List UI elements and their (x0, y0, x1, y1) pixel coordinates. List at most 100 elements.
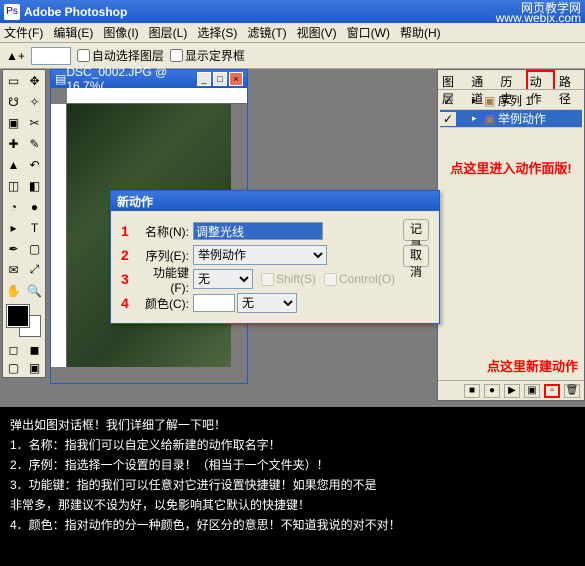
photoshop-window: Ps Adobe Photoshop 网页教学网 www.webjx.com 文… (0, 0, 585, 407)
name-row: 1 名称(N): (121, 219, 395, 243)
color-label: 颜色(C): (137, 295, 189, 312)
eyedrop-tool-icon[interactable]: ⤢ (24, 259, 45, 280)
color-swatches[interactable] (3, 301, 45, 341)
path-tool-icon[interactable]: ▸ (3, 217, 24, 238)
play-icon[interactable]: ▶ (504, 384, 520, 398)
menu-filter[interactable]: 滤镜(T) (247, 24, 286, 41)
anno-2: 2 (121, 247, 137, 263)
titlebar: Ps Adobe Photoshop 网页教学网 www.webjx.com (0, 0, 585, 23)
screen-mode-row: ▢ ▣ (3, 359, 45, 377)
shape-tool-icon[interactable]: ▢ (24, 238, 45, 259)
notes-tool-icon[interactable]: ✉ (3, 259, 24, 280)
menu-help[interactable]: 帮助(H) (400, 24, 441, 41)
fold-icon[interactable]: ▸ (472, 113, 484, 124)
name-input[interactable] (193, 222, 323, 240)
new-folder-icon[interactable]: ▣ (524, 384, 540, 398)
crop-tool-icon[interactable]: ▣ (3, 112, 24, 133)
fold-icon[interactable]: ▸ (472, 95, 484, 106)
tab-layers[interactable]: 图层 (438, 70, 467, 89)
new-action-icon[interactable]: ▫ (544, 384, 560, 398)
menu-file[interactable]: 文件(F) (4, 24, 43, 41)
screen-full-icon[interactable]: ▣ (24, 359, 45, 377)
quickmask-icon[interactable]: ◼ (24, 341, 45, 359)
type-tool-icon[interactable]: T (24, 217, 45, 238)
anno-3: 3 (121, 271, 137, 287)
wand-tool-icon[interactable]: ✧ (24, 91, 45, 112)
record-icon[interactable]: ● (484, 384, 500, 398)
panel-bottom-buttons: ■ ● ▶ ▣ ▫ 🗑 (438, 380, 584, 400)
watermark: 网页教学网 www.webjx.com (496, 3, 581, 23)
annotation-hint-2: 点这里新建动作 (487, 356, 578, 375)
hand-tool-icon[interactable]: ✋ (3, 280, 24, 301)
stop-icon[interactable]: ■ (464, 384, 480, 398)
caption-text: 弹出如图对话框！我们详细了解一下吧！ 1．名称：指我们可以自定义给新建的动作取名… (0, 407, 585, 566)
pen-tool-icon[interactable]: ✒ (3, 238, 24, 259)
toolbox: ▭ ✥ ☋ ✧ ▣ ✂ ✚ ✎ ▲ ↶ ◫ ◧ ◔ ● ▸ T ✒ ▢ ✉ ⤢ … (2, 69, 46, 378)
stamp-tool-icon[interactable]: ▲ (3, 154, 24, 175)
folder-icon: ▣ (484, 94, 498, 108)
trash-icon[interactable]: 🗑 (564, 384, 580, 398)
screen-std-icon[interactable]: ▢ (3, 359, 24, 377)
color-select[interactable]: 无 (237, 293, 297, 313)
tab-actions[interactable]: 动作 (526, 70, 555, 89)
func-select[interactable]: 无 (193, 269, 253, 289)
dialog-title[interactable]: 新动作 (111, 191, 439, 211)
cancel-button[interactable]: 取消 (403, 245, 429, 267)
record-button[interactable]: 记录 (403, 219, 429, 241)
auto-select-checkbox[interactable]: 自动选择图层 (77, 47, 164, 64)
quickmask-row: ◻ ◼ (3, 341, 45, 359)
menu-window[interactable]: 窗口(W) (347, 24, 390, 41)
doc-icon: ▤ (55, 72, 66, 86)
maximize-icon[interactable]: □ (213, 72, 227, 86)
anno-4: 4 (121, 295, 137, 311)
zoom-tool-icon[interactable]: 🔍 (24, 280, 45, 301)
move-tool-icon[interactable]: ▲+ (6, 49, 25, 63)
check-icon[interactable]: ✓ (440, 94, 456, 108)
tool-preset-select[interactable] (31, 47, 71, 65)
history-brush-icon[interactable]: ↶ (24, 154, 45, 175)
shift-checkbox[interactable]: Shift(S) (261, 272, 316, 286)
std-mode-icon[interactable]: ◻ (3, 341, 24, 359)
app-logo-icon: Ps (4, 4, 20, 20)
series-label: 序列(E): (137, 247, 189, 264)
doc-titlebar[interactable]: ▤ DSC_0002.JPG @ 16.7%(... _ □ × (51, 70, 247, 88)
brush-tool-icon[interactable]: ✎ (24, 133, 45, 154)
ruler-vertical (51, 104, 67, 367)
new-action-dialog: 新动作 1 名称(N): 2 序列(E): 举例动作 3 功能键(F): 无 S… (110, 190, 440, 324)
menu-image[interactable]: 图像(I) (103, 24, 138, 41)
action-set-row[interactable]: ✓ ▸ ▣ 序列 1 (440, 92, 582, 110)
check-icon[interactable]: ✓ (440, 112, 456, 126)
tab-history[interactable]: 历史 (496, 70, 525, 89)
lasso-tool-icon[interactable]: ☋ (3, 91, 24, 112)
actions-panel: 图层 通道 历史 动作 路径 ✓ ▸ ▣ 序列 1 ✓ ▸ ▣ 举例动作 点这里… (437, 69, 585, 401)
gradient-tool-icon[interactable]: ◧ (24, 175, 45, 196)
menu-layer[interactable]: 图层(L) (149, 24, 188, 41)
menu-edit[interactable]: 编辑(E) (53, 24, 93, 41)
ctrl-checkbox[interactable]: Control(O) (324, 272, 395, 286)
minimize-icon[interactable]: _ (197, 72, 211, 86)
close-icon[interactable]: × (229, 72, 243, 86)
blur-tool-icon[interactable]: ◔ (3, 196, 24, 217)
color-row: 4 颜色(C): 无 (121, 291, 395, 315)
show-bbox-checkbox[interactable]: 显示定界框 (170, 47, 245, 64)
name-label: 名称(N): (137, 223, 189, 240)
action-set-row[interactable]: ✓ ▸ ▣ 举例动作 (440, 110, 582, 128)
action-name: 序列 1 (498, 92, 532, 109)
dodge-tool-icon[interactable]: ● (24, 196, 45, 217)
color-swatch (193, 294, 235, 312)
doc-title: DSC_0002.JPG @ 16.7%(... (66, 65, 195, 93)
series-select[interactable]: 举例动作 (193, 245, 327, 265)
menu-view[interactable]: 视图(V) (297, 24, 337, 41)
heal-tool-icon[interactable]: ✚ (3, 133, 24, 154)
tab-channels[interactable]: 通道 (467, 70, 496, 89)
fg-color[interactable] (7, 305, 29, 327)
eraser-tool-icon[interactable]: ◫ (3, 175, 24, 196)
panel-tabs: 图层 通道 历史 动作 路径 (438, 70, 584, 90)
menu-select[interactable]: 选择(S) (197, 24, 237, 41)
action-name: 举例动作 (498, 110, 546, 127)
slice-tool-icon[interactable]: ✂ (24, 112, 45, 133)
move-tool-icon[interactable]: ✥ (24, 70, 45, 91)
anno-1: 1 (121, 223, 137, 239)
marquee-tool-icon[interactable]: ▭ (3, 70, 24, 91)
tab-paths[interactable]: 路径 (555, 70, 584, 89)
